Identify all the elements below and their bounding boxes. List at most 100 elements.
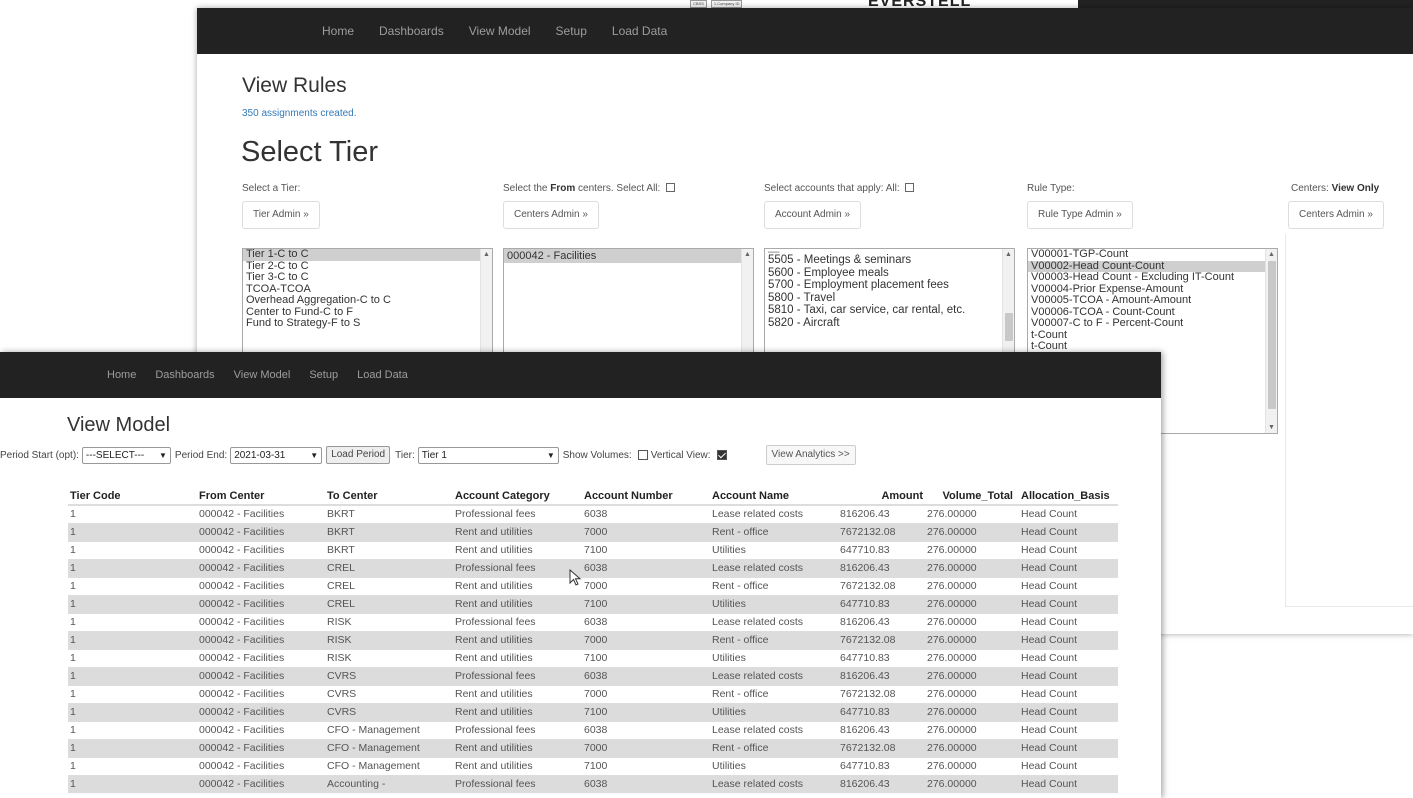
column-header[interactable]: Account Category: [453, 487, 582, 506]
column-header[interactable]: Account Number: [582, 487, 710, 506]
filter-controls: Period Start (opt): ---SELECT--- ▼ Perio…: [0, 445, 856, 465]
table-row[interactable]: 1 000042 - Facilities CREL Rent and utiliti…: [68, 594, 1118, 613]
vertical-view-checkbox[interactable]: [716, 450, 727, 460]
table-cell: Lease related costs: [710, 504, 838, 523]
centers-view-admin-button[interactable]: Centers Admin »: [1288, 201, 1384, 229]
nav-load-data[interactable]: Load Data: [357, 369, 408, 381]
period-start-select[interactable]: ---SELECT--- ▼: [81, 446, 171, 464]
table-cell: 1: [68, 738, 197, 757]
scroll-up-icon[interactable]: ▲: [1268, 251, 1275, 258]
account-option[interactable]: 5800 - Travel: [765, 292, 1014, 305]
tier-select[interactable]: Tier 1 ▼: [417, 446, 559, 464]
rule-option[interactable]: t-Count: [1028, 340, 1277, 353]
show-volumes-checkbox[interactable]: [637, 450, 648, 460]
table-row[interactable]: 1 000042 - Facilities Accounting - Professi…: [68, 774, 1118, 793]
column-header[interactable]: To Center: [325, 487, 453, 506]
rule-option[interactable]: V00005-TCOA - Amount-Amount: [1028, 294, 1277, 307]
select-all-accounts-checkbox[interactable]: [905, 183, 915, 192]
view-analytics-button[interactable]: View Analytics >>: [765, 445, 856, 465]
tier-option[interactable]: Fund to Strategy-F to S: [243, 317, 492, 330]
tier-option[interactable]: Tier 1-C to C: [243, 249, 492, 261]
show-volumes-label: Show Volumes:: [562, 449, 632, 461]
table-cell: Professional fees: [453, 720, 582, 739]
select-all-centers-checkbox[interactable]: [666, 183, 676, 192]
centers-label-suffix: centers. Select All:: [578, 183, 661, 194]
column-header[interactable]: Tier Code: [68, 487, 197, 506]
table-row[interactable]: 1 000042 - Facilities CFO - Management Rent…: [68, 738, 1118, 757]
scroll-up-icon[interactable]: ▲: [744, 251, 751, 258]
account-option[interactable]: 5700 - Employment placement fees: [765, 279, 1014, 292]
column-header[interactable]: Amount: [838, 487, 925, 506]
table-row[interactable]: 1 000042 - Facilities CREL Professional fee…: [68, 558, 1118, 577]
tier-option[interactable]: Tier 3-C to C: [243, 271, 492, 284]
table-cell: 7672132.08: [838, 684, 925, 703]
mouse-cursor-icon: [569, 569, 582, 586]
account-option[interactable]: 5820 - Aircraft: [765, 317, 1014, 330]
nav-view-model[interactable]: View Model: [234, 369, 291, 381]
table-cell: CFO - Management: [325, 756, 453, 775]
nav-setup[interactable]: Setup: [556, 24, 587, 38]
rule-option[interactable]: V00007-C to F - Percent-Count: [1028, 317, 1277, 330]
period-end-select[interactable]: 2021-03-31 ▼: [230, 446, 323, 464]
column-header[interactable]: Allocation_Basis: [1015, 487, 1118, 506]
rule-type-scrollbar[interactable]: ▲ ▼: [1265, 249, 1277, 433]
table-row[interactable]: 1 000042 - Facilities RISK Professional fee…: [68, 612, 1118, 631]
column-header[interactable]: Volume_Total: [925, 487, 1015, 506]
table-cell: Lease related costs: [710, 558, 838, 577]
table-row[interactable]: 1 000042 - Facilities BKRT Rent and utiliti…: [68, 540, 1118, 559]
column-header[interactable]: From Center: [197, 487, 325, 506]
table-row[interactable]: 1 000042 - Facilities CREL Rent and utiliti…: [68, 576, 1118, 595]
centers-view-label-bold: View Only: [1331, 183, 1380, 194]
nav-dashboards[interactable]: Dashboards: [379, 24, 444, 38]
table-cell: 816206.43: [838, 720, 925, 739]
rule-option[interactable]: V00003-Head Count - Excluding IT-Count: [1028, 271, 1277, 284]
centers-admin-button[interactable]: Centers Admin »: [503, 201, 599, 229]
account-option[interactable]: 5810 - Taxi, car service, car rental, et…: [765, 304, 1014, 317]
center-option[interactable]: 000042 - Facilities: [504, 249, 753, 263]
table-row[interactable]: 1 000042 - Facilities BKRT Professional fee…: [68, 504, 1118, 523]
table-row[interactable]: 1 000042 - Facilities CVRS Rent and utiliti…: [68, 684, 1118, 703]
scroll-up-icon[interactable]: ▲: [1005, 251, 1012, 258]
table-row[interactable]: 1 000042 - Facilities RISK Rent and utiliti…: [68, 630, 1118, 649]
table-cell: 000042 - Facilities: [197, 504, 325, 523]
table-cell: 1: [68, 594, 197, 613]
rule-option[interactable]: V00001-TGP-Count: [1028, 249, 1277, 261]
panel-divider: [1285, 234, 1286, 606]
account-option[interactable]: 5505 - Meetings & seminars: [765, 254, 1014, 267]
table-row[interactable]: 1 000042 - Facilities CVRS Professional fee…: [68, 666, 1118, 685]
table-row[interactable]: 1 000042 - Facilities BKRT Rent and utiliti…: [68, 522, 1118, 541]
load-period-button[interactable]: Load Period: [326, 446, 391, 464]
table-cell: Lease related costs: [710, 720, 838, 739]
table-cell: 7000: [582, 684, 710, 703]
table-cell: Rent - office: [710, 738, 838, 757]
table-cell: 276.00000: [925, 522, 1015, 541]
rule-type-admin-button[interactable]: Rule Type Admin »: [1027, 201, 1133, 229]
table-row[interactable]: 1 000042 - Facilities CFO - Management Prof…: [68, 720, 1118, 739]
scrollbar-thumb[interactable]: [1005, 313, 1013, 341]
table-cell: Rent and utilities: [453, 540, 582, 559]
scroll-down-icon[interactable]: ▼: [1268, 424, 1275, 431]
nav-load-data[interactable]: Load Data: [612, 24, 667, 38]
nav-view-model[interactable]: View Model: [469, 24, 531, 38]
tier-select-label: Select a Tier:: [242, 183, 301, 194]
nav-home[interactable]: Home: [322, 24, 354, 38]
table-row[interactable]: 1 000042 - Facilities CFO - Management Rent…: [68, 756, 1118, 775]
scrollbar-thumb[interactable]: [1268, 261, 1276, 409]
table-row[interactable]: 1 000042 - Facilities RISK Rent and utiliti…: [68, 648, 1118, 667]
tier-value: Tier 1: [421, 449, 447, 461]
period-start-value: ---SELECT---: [85, 449, 145, 461]
account-option[interactable]: 5600 - Employee meals: [765, 267, 1014, 280]
tier-admin-button[interactable]: Tier Admin »: [242, 201, 320, 229]
table-row[interactable]: 1 000042 - Facilities CVRS Rent and utiliti…: [68, 702, 1118, 721]
nav-setup[interactable]: Setup: [309, 369, 338, 381]
account-admin-button[interactable]: Account Admin »: [764, 201, 862, 229]
nav-dashboards[interactable]: Dashboards: [155, 369, 214, 381]
table-cell: CVRS: [325, 702, 453, 721]
column-header[interactable]: Account Name: [710, 487, 838, 506]
scroll-up-icon[interactable]: ▲: [483, 251, 490, 258]
navbar: Home Dashboards View Model Setup Load Da…: [0, 352, 1161, 398]
nav-home[interactable]: Home: [107, 369, 136, 381]
table-cell: Rent and utilities: [453, 756, 582, 775]
section-title: Select Tier: [241, 136, 378, 168]
tier-option[interactable]: Overhead Aggregation-C to C: [243, 294, 492, 307]
